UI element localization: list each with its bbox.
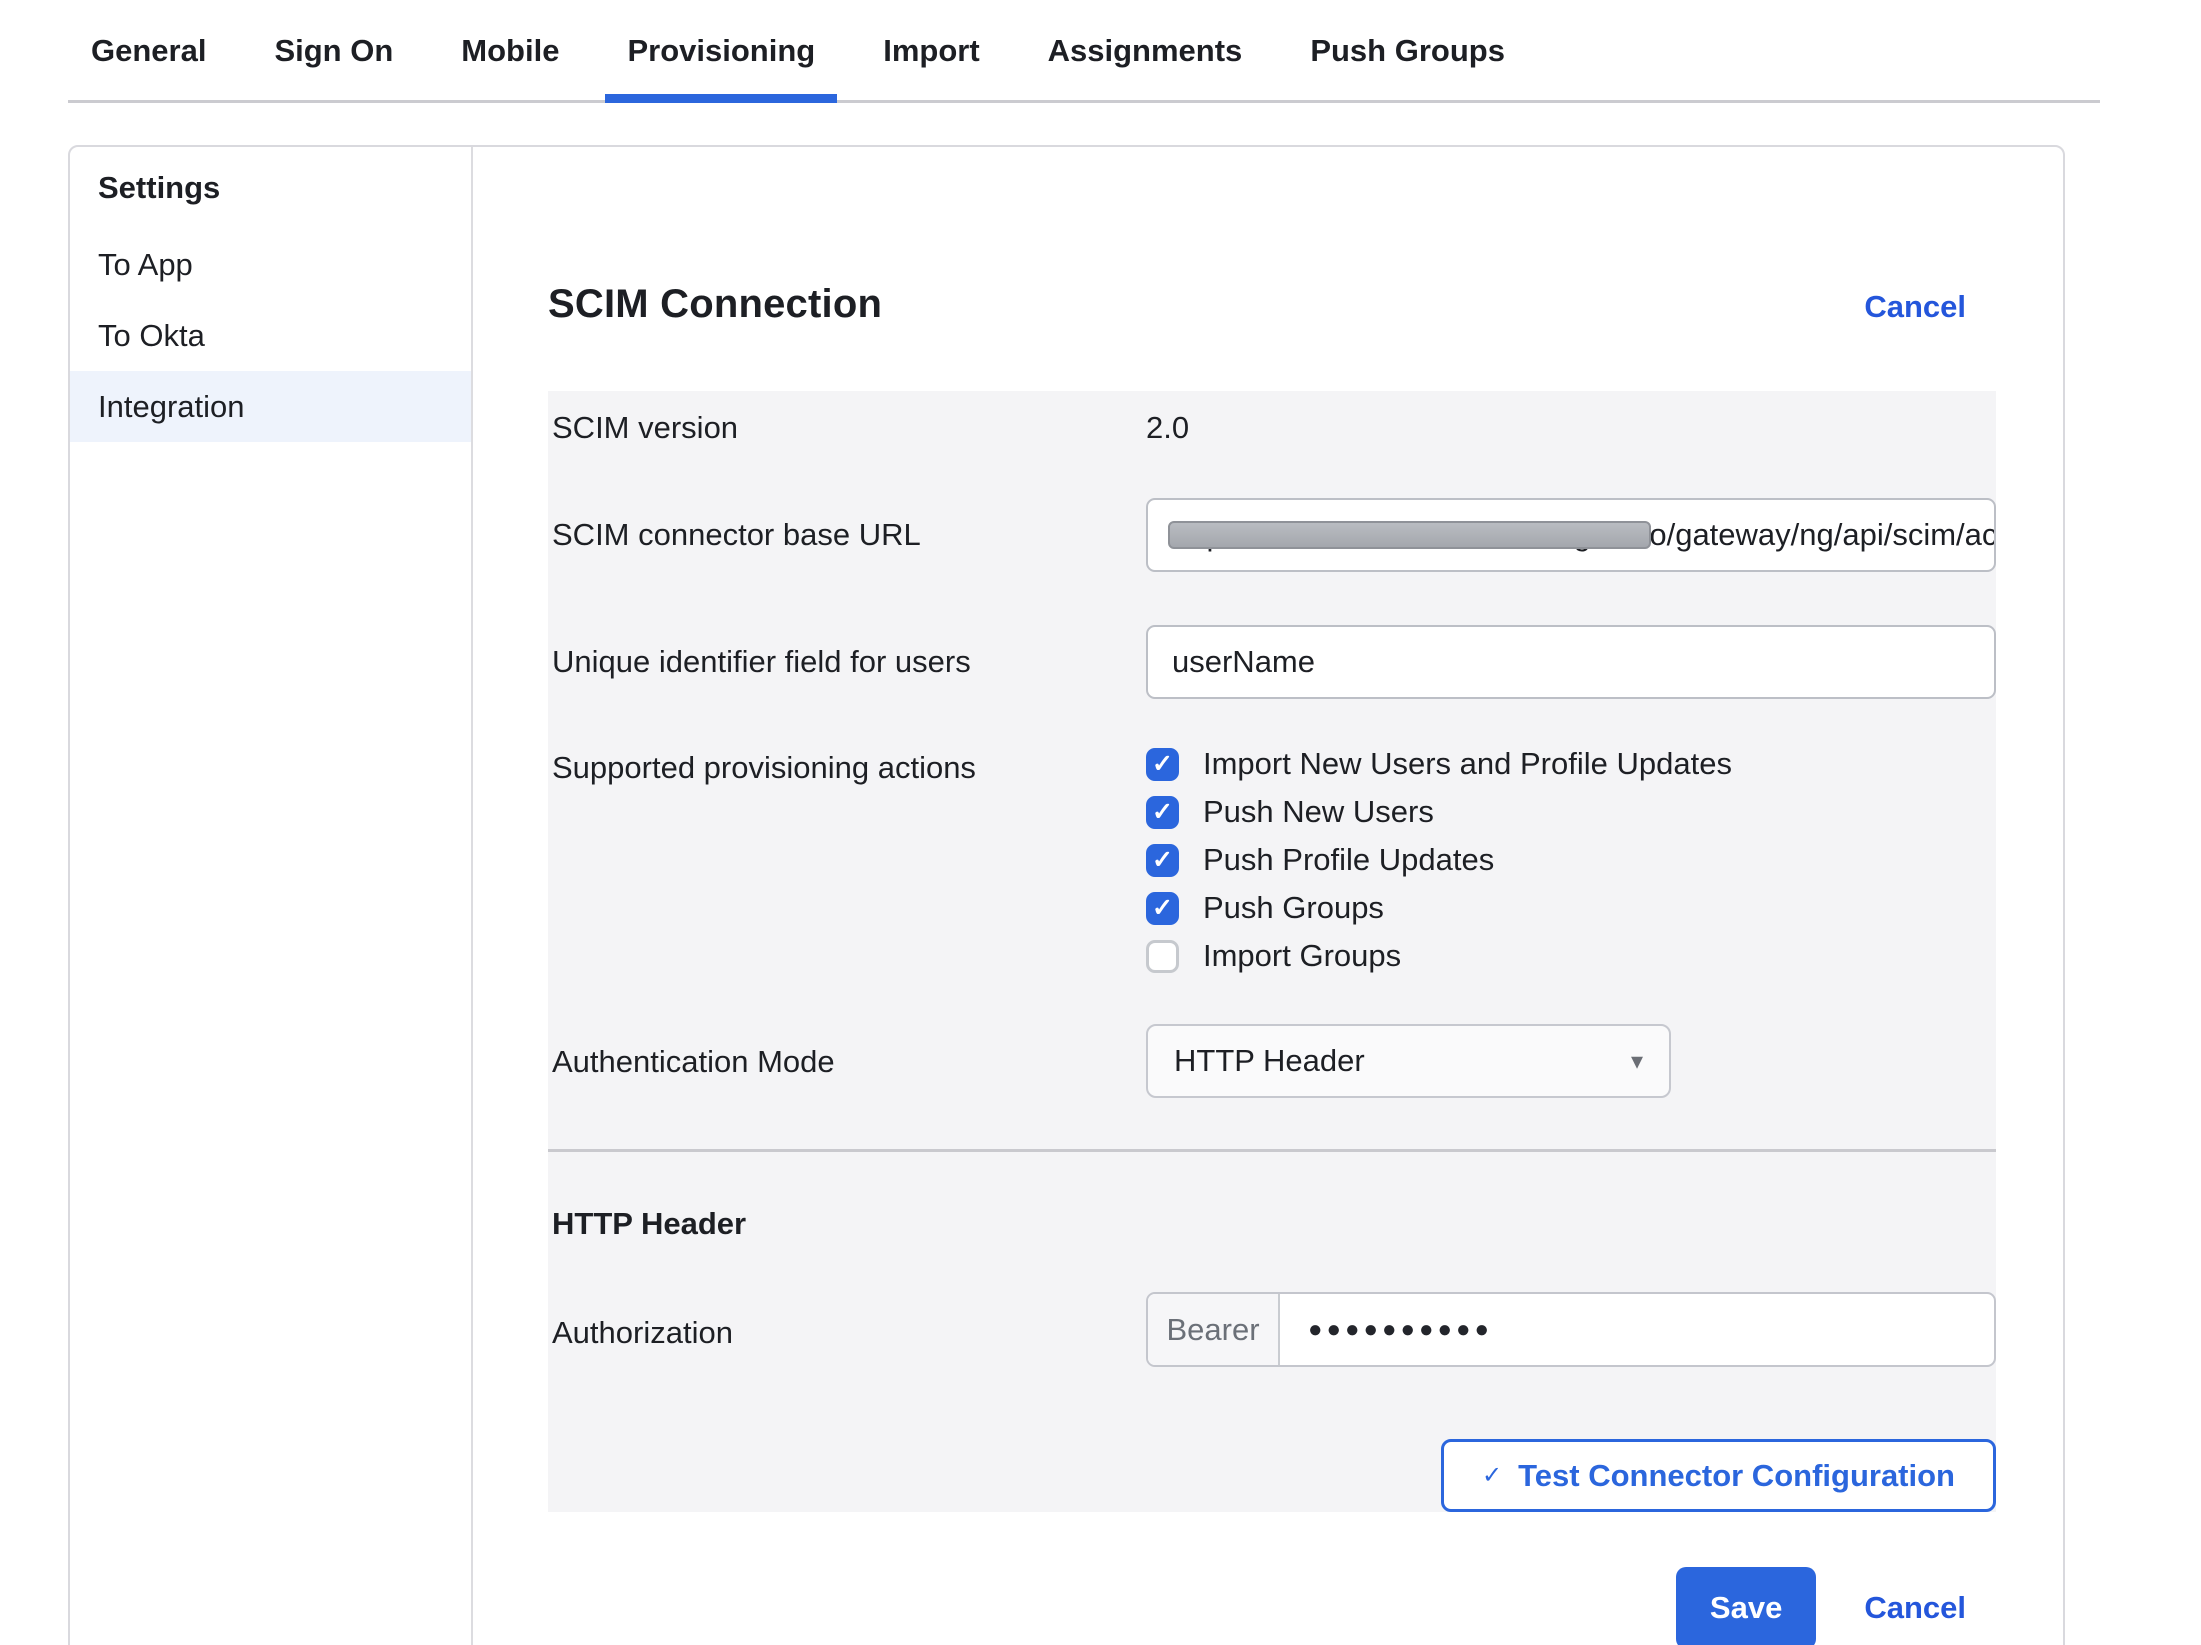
- sidebar: Settings To App To Okta Integration: [70, 147, 473, 1645]
- sidebar-item-to-app[interactable]: To App: [70, 229, 471, 300]
- tab-label: Import: [883, 33, 979, 68]
- main-header: SCIM Connection Cancel: [548, 147, 1992, 328]
- tab-list: General Sign On Mobile Provisioning Impo…: [69, 0, 1551, 103]
- cancel-link-top[interactable]: Cancel: [1864, 289, 1966, 325]
- scim-base-url-input[interactable]: https://h5l-d-195-19-67-149.ngrok.io/gat…: [1146, 498, 1996, 572]
- scim-version-value: 2.0: [1146, 407, 1996, 449]
- provisioning-option-import-groups: ✓ Import Groups: [1146, 939, 1996, 973]
- unique-identifier-input[interactable]: userName: [1146, 625, 1996, 699]
- checkbox-label: Push Groups: [1203, 890, 1384, 926]
- test-button-row: ✓ Test Connector Configuration: [548, 1439, 1996, 1512]
- checkmark-icon: ✓: [1152, 800, 1173, 825]
- provisioning-option-import-new-users-and-profile-updates: ✓ Import New Users and Profile Updates: [1146, 747, 1996, 781]
- checkmark-icon: ✓: [1152, 896, 1173, 921]
- chevron-down-icon: ▾: [1631, 1047, 1643, 1076]
- redaction-bar: [1168, 521, 1651, 549]
- checkmark-icon: ✓: [1152, 752, 1173, 777]
- tab-label: Provisioning: [627, 33, 815, 68]
- save-button[interactable]: Save: [1676, 1567, 1816, 1645]
- checkbox[interactable]: ✓: [1146, 844, 1179, 877]
- checkbox[interactable]: ✓: [1146, 796, 1179, 829]
- provisioning-option-push-new-users: ✓ Push New Users: [1146, 795, 1996, 829]
- sidebar-item-label: Integration: [98, 389, 245, 425]
- sidebar-item-list: To App To Okta Integration: [70, 229, 471, 442]
- unique-identifier-value: userName: [1172, 644, 1315, 680]
- unique-identifier-label: Unique identifier field for users: [548, 625, 1146, 683]
- provisioning-actions-label: Supported provisioning actions: [548, 747, 1146, 789]
- auth-mode-label: Authentication Mode: [548, 1024, 1146, 1083]
- authorization-row: Authorization Bearer ●●●●●●●●●●: [548, 1292, 1996, 1367]
- tabbar-divider: [68, 100, 2100, 103]
- checkbox[interactable]: ✓: [1146, 748, 1179, 781]
- cancel-link-bottom[interactable]: Cancel: [1864, 1590, 1966, 1626]
- tab-push-groups[interactable]: Push Groups: [1288, 0, 1527, 103]
- checkbox[interactable]: ✓: [1146, 940, 1179, 973]
- checkbox-label: Push Profile Updates: [1203, 842, 1494, 878]
- base-url-label: SCIM connector base URL: [548, 498, 1146, 556]
- token-input[interactable]: ●●●●●●●●●●: [1280, 1294, 1994, 1365]
- masked-token-value: ●●●●●●●●●●: [1308, 1316, 1493, 1344]
- scim-version-row: SCIM version 2.0: [548, 391, 1996, 449]
- sidebar-item-integration[interactable]: Integration: [70, 371, 471, 442]
- auth-mode-row: Authentication Mode HTTP Header ▾: [548, 1024, 1996, 1098]
- authorization-label: Authorization: [548, 1292, 1146, 1354]
- page-title: SCIM Connection: [548, 280, 882, 328]
- tab-sign-on[interactable]: Sign On: [252, 0, 415, 103]
- provisioning-card: Settings To App To Okta Integration SCIM…: [68, 145, 2065, 1645]
- tab-label: Assignments: [1048, 33, 1243, 68]
- authorization-input-group: Bearer ●●●●●●●●●●: [1146, 1292, 1996, 1367]
- test-connector-button[interactable]: ✓ Test Connector Configuration: [1441, 1439, 1996, 1512]
- tab-mobile[interactable]: Mobile: [439, 0, 581, 103]
- section-divider: [548, 1149, 1996, 1152]
- scim-base-url-value: https://h5l-d-195-19-67-149.ngrok.io/gat…: [1172, 517, 1996, 553]
- scim-version-label: SCIM version: [548, 407, 1146, 449]
- sidebar-item-label: To Okta: [98, 318, 205, 354]
- provisioning-options-list: ✓ Import New Users and Profile Updates ✓…: [1146, 747, 1996, 987]
- footer-actions: Save Cancel: [548, 1567, 1992, 1645]
- scim-form-panel: SCIM version 2.0 SCIM connector base URL…: [548, 391, 1996, 1512]
- tab-assignments[interactable]: Assignments: [1026, 0, 1265, 103]
- tab-label: Push Groups: [1310, 33, 1505, 68]
- unique-identifier-row: Unique identifier field for users userNa…: [548, 625, 1996, 699]
- checkmark-icon: ✓: [1152, 848, 1173, 873]
- tab-general[interactable]: General: [69, 0, 228, 103]
- base-url-row: SCIM connector base URL https://h5l-d-19…: [548, 498, 1996, 572]
- bearer-prefix: Bearer: [1148, 1294, 1280, 1365]
- provisioning-actions-row: Supported provisioning actions ✓ Import …: [548, 747, 1996, 987]
- tab-bar: General Sign On Mobile Provisioning Impo…: [0, 0, 2201, 103]
- provisioning-option-push-profile-updates: ✓ Push Profile Updates: [1146, 843, 1996, 877]
- checkbox-label: Import New Users and Profile Updates: [1203, 746, 1732, 782]
- tab-label: Mobile: [461, 33, 559, 68]
- main-content: SCIM Connection Cancel SCIM version 2.0 …: [475, 147, 2063, 1645]
- tab-provisioning[interactable]: Provisioning: [605, 0, 837, 103]
- provisioning-option-push-groups: ✓ Push Groups: [1146, 891, 1996, 925]
- auth-mode-select[interactable]: HTTP Header ▾: [1146, 1024, 1671, 1098]
- tab-label: Sign On: [274, 33, 393, 68]
- check-icon: ✓: [1482, 1461, 1502, 1490]
- test-connector-label: Test Connector Configuration: [1518, 1458, 1955, 1494]
- sidebar-heading: Settings: [70, 171, 471, 205]
- tab-label: General: [91, 33, 206, 68]
- sidebar-item-label: To App: [98, 247, 193, 283]
- sidebar-item-to-okta[interactable]: To Okta: [70, 300, 471, 371]
- checkbox-label: Push New Users: [1203, 794, 1434, 830]
- http-header-heading: HTTP Header: [552, 1206, 1996, 1242]
- tab-import[interactable]: Import: [861, 0, 1001, 103]
- checkbox[interactable]: ✓: [1146, 892, 1179, 925]
- auth-mode-value: HTTP Header: [1174, 1043, 1365, 1079]
- checkbox-label: Import Groups: [1203, 938, 1401, 974]
